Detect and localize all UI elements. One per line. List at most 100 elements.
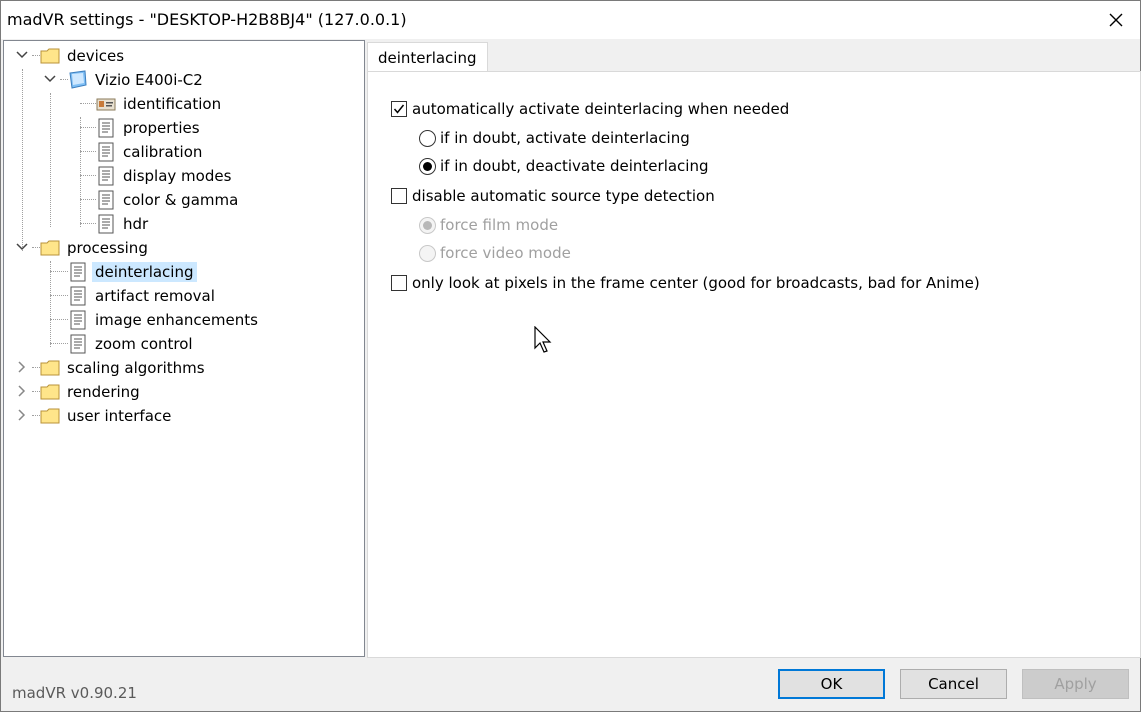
disable-detection-checkbox[interactable]: disable automatic source type detection: [391, 187, 715, 205]
version-label: madVR v0.90.21: [12, 684, 137, 702]
expand-toggle-scaling[interactable]: [16, 361, 28, 373]
option-label: only look at pixels in the frame center …: [412, 274, 980, 292]
expand-toggle-processing[interactable]: [16, 241, 28, 253]
chevron-right-icon: [18, 385, 26, 397]
option-label: force video mode: [440, 244, 571, 262]
page-icon: [98, 118, 114, 138]
expand-toggle-rendering[interactable]: [16, 385, 28, 397]
radio-circle: [419, 157, 436, 175]
page-icon: [70, 286, 86, 306]
radio-circle: [419, 129, 436, 147]
tree-item-label: hdr: [123, 215, 149, 233]
tree-item-label: artifact removal: [95, 287, 215, 305]
chevron-down-icon: [44, 75, 56, 83]
tree-item-devices[interactable]: devices: [40, 44, 127, 68]
tree-item-label: calibration: [123, 143, 203, 161]
page-icon: [70, 310, 86, 330]
tree-item-calibration[interactable]: calibration: [96, 140, 205, 164]
frame-center-checkbox[interactable]: only look at pixels in the frame center …: [391, 274, 980, 292]
tree-item-label: zoom control: [95, 335, 193, 353]
tree-item-hdr[interactable]: hdr: [96, 212, 151, 236]
tab-strip: deinterlacing: [367, 42, 1139, 72]
folder-icon: [40, 408, 60, 424]
chevron-right-icon: [18, 409, 26, 421]
deinterlacing-page: automatically activate deinterlacing whe…: [367, 71, 1141, 658]
tree-item-deinterlacing[interactable]: deinterlacing: [68, 260, 197, 284]
page-icon: [70, 262, 86, 282]
settings-window: madVR settings - "DESKTOP-H2B8BJ4" (127.…: [0, 0, 1141, 712]
folder-icon: [40, 240, 60, 256]
expand-toggle-user-interface[interactable]: [16, 409, 28, 421]
radio-dot: [423, 220, 432, 230]
folder-icon: [40, 360, 60, 376]
tree-item-label: Vizio E400i-C2: [95, 71, 203, 89]
chevron-down-icon: [16, 243, 28, 251]
tree-item-label: scaling algorithms: [67, 359, 205, 377]
tree-item-rendering[interactable]: rendering: [40, 380, 143, 404]
tree-item-label: properties: [123, 119, 200, 137]
radio-circle: [419, 216, 436, 234]
tree-item-label: color & gamma: [123, 191, 239, 209]
button-label: Cancel: [928, 675, 979, 693]
close-icon: [1109, 13, 1123, 27]
ok-button[interactable]: OK: [778, 669, 885, 699]
tree-item-color-gamma[interactable]: color & gamma: [96, 188, 241, 212]
check-icon: [393, 104, 405, 114]
tree-item-user-interface[interactable]: user interface: [40, 404, 174, 428]
cancel-button[interactable]: Cancel: [900, 669, 1007, 699]
tree-item-scaling-algorithms[interactable]: scaling algorithms: [40, 356, 208, 380]
button-label: Apply: [1054, 675, 1097, 693]
option-label: if in doubt, activate deinterlacing: [440, 129, 690, 147]
option-label: automatically activate deinterlacing whe…: [412, 100, 790, 118]
tab-label: deinterlacing: [378, 48, 477, 67]
expand-toggle-devices[interactable]: [16, 49, 28, 61]
expand-toggle-device[interactable]: [44, 73, 56, 85]
tab-deinterlacing[interactable]: deinterlacing: [367, 42, 488, 72]
tree-item-label: processing: [67, 239, 148, 257]
settings-tree[interactable]: devices Vizio E400i-C2 identification pr…: [3, 40, 365, 657]
folder-icon: [40, 48, 60, 64]
tree-item-device[interactable]: Vizio E400i-C2: [68, 68, 206, 92]
tree-item-identification[interactable]: identification: [96, 92, 224, 116]
tree-item-label: rendering: [67, 383, 140, 401]
page-icon: [98, 214, 114, 234]
mouse-pointer-icon: [534, 326, 552, 353]
option-label: if in doubt, deactivate deinterlacing: [440, 157, 709, 175]
folder-icon: [40, 384, 60, 400]
tree-item-artifact-removal[interactable]: artifact removal: [68, 284, 218, 308]
tree-item-label: devices: [67, 47, 125, 65]
tree-item-label: display modes: [123, 167, 232, 185]
monitor-icon: [69, 70, 87, 89]
tree-item-processing[interactable]: processing: [40, 236, 151, 260]
page-icon: [98, 166, 114, 186]
auto-activate-checkbox[interactable]: automatically activate deinterlacing whe…: [391, 100, 789, 118]
tree-item-label: identification: [123, 95, 222, 113]
chevron-down-icon: [16, 51, 28, 59]
tree-item-properties[interactable]: properties: [96, 116, 203, 140]
radio-circle: [419, 244, 436, 262]
checkbox-box: [391, 188, 407, 204]
force-video-radio: force video mode: [419, 244, 571, 262]
page-icon: [98, 190, 114, 210]
close-button[interactable]: [1098, 3, 1134, 37]
button-label: OK: [820, 675, 843, 693]
tree-item-zoom-control[interactable]: zoom control: [68, 332, 196, 356]
option-label: force film mode: [440, 216, 559, 234]
doubt-deactivate-radio[interactable]: if in doubt, deactivate deinterlacing: [419, 157, 709, 175]
tree-item-label: deinterlacing: [92, 262, 197, 282]
tree-item-label: image enhancements: [95, 311, 258, 329]
page-icon: [70, 334, 86, 354]
option-label: disable automatic source type detection: [412, 187, 715, 205]
force-film-radio: force film mode: [419, 216, 558, 234]
tree-item-display-modes[interactable]: display modes: [96, 164, 234, 188]
id-card-icon: [96, 98, 116, 111]
window-title: madVR settings - "DESKTOP-H2B8BJ4" (127.…: [7, 10, 407, 29]
tree-item-label: user interface: [67, 407, 172, 425]
tree-item-image-enhancements[interactable]: image enhancements: [68, 308, 261, 332]
checkbox-box: [391, 275, 407, 291]
doubt-activate-radio[interactable]: if in doubt, activate deinterlacing: [419, 129, 690, 147]
checkbox-box: [391, 101, 407, 117]
title-bar: madVR settings - "DESKTOP-H2B8BJ4" (127.…: [1, 1, 1140, 39]
radio-dot: [423, 161, 432, 171]
page-icon: [98, 142, 114, 162]
